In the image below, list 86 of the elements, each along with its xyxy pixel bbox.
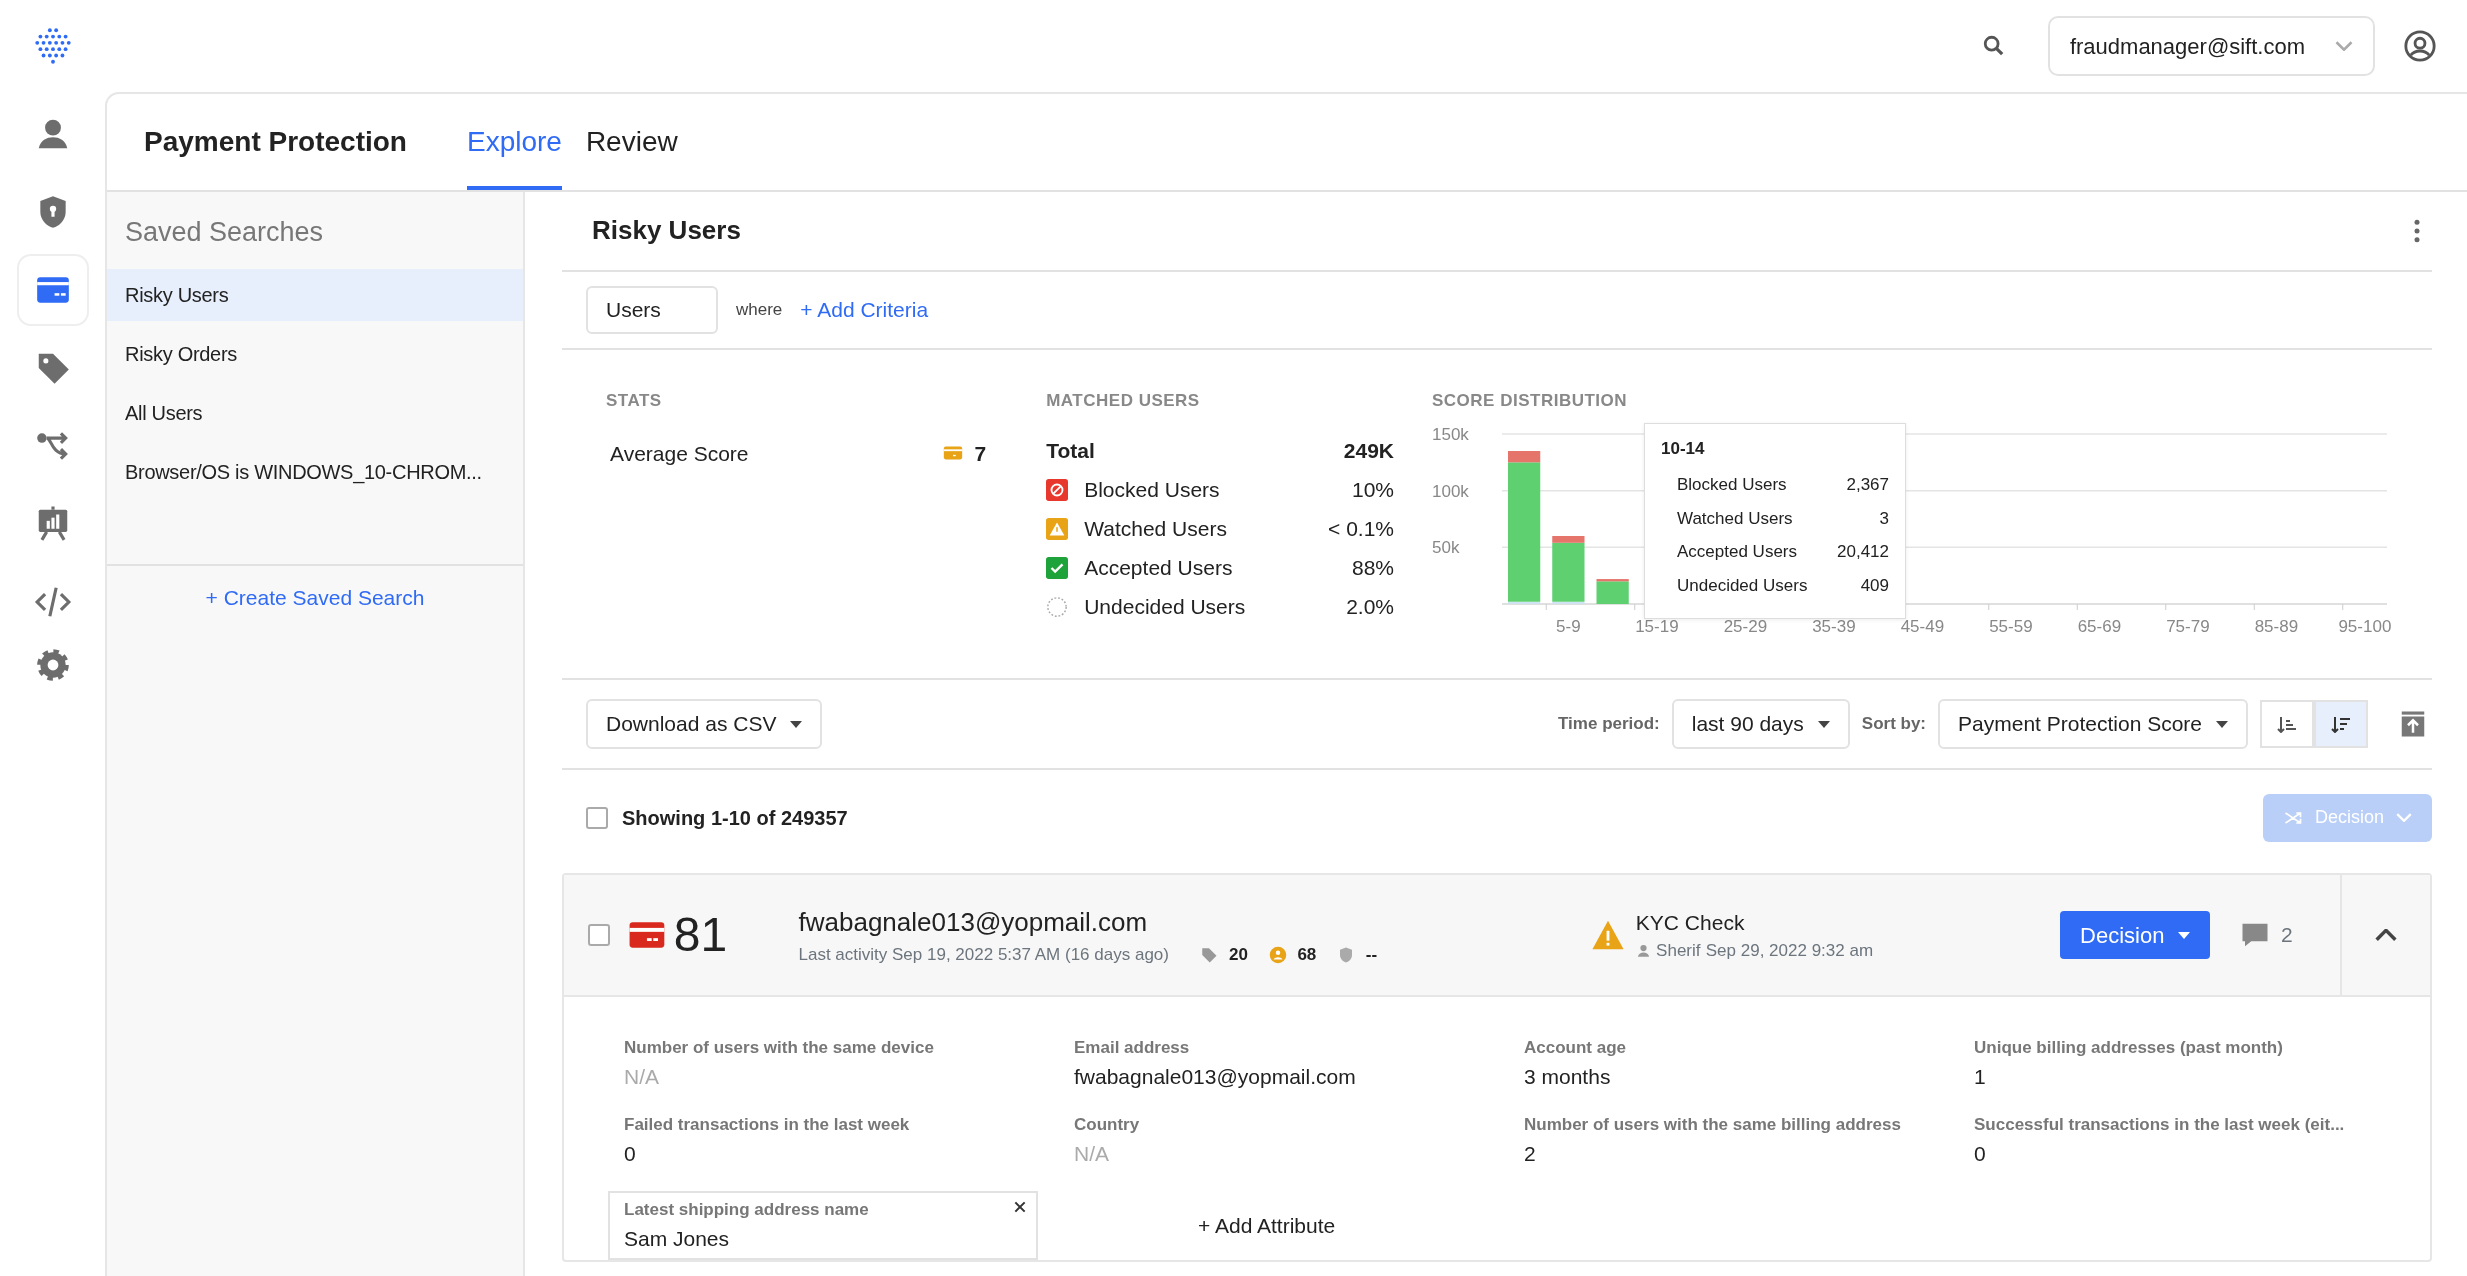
saved-search-item[interactable]: Risky Orders: [107, 327, 523, 380]
attribute-value: Sam Jones: [624, 1225, 731, 1252]
tooltip-label: Undecided Users: [1677, 574, 1809, 597]
sort-dropdown[interactable]: Payment Protection Score: [1938, 699, 2248, 749]
axis-label: 35-39: [1812, 616, 1856, 636]
status-label: Blocked Users: [1084, 477, 1221, 504]
attribute-label: Number of users with the same device: [624, 1037, 935, 1059]
comment-count: 2: [2280, 922, 2293, 949]
user-score: 68: [1297, 943, 1317, 966]
shield-value: --: [1365, 943, 1378, 966]
axis-label: 15-19: [1635, 616, 1679, 636]
attribute-value: 0: [1974, 1140, 1987, 1167]
tooltip-label: Accepted Users: [1677, 541, 1798, 563]
page-title: Payment Protection: [144, 125, 407, 159]
axis-label: 95-100: [2338, 616, 2392, 636]
axis-label: 85-89: [2254, 616, 2299, 636]
status-label: Accepted Users: [1084, 555, 1234, 582]
axis-label: 65-69: [2077, 616, 2122, 636]
analyst-name: Sherif: [1656, 940, 1701, 962]
create-saved-search-link[interactable]: + Create Saved Search: [205, 581, 425, 613]
status-label: Watched Users: [1084, 516, 1228, 543]
attribute-label: Email address: [1074, 1037, 1191, 1059]
attribute-label: Unique billing addresses (past month): [1974, 1037, 2284, 1059]
section-heading: STATS: [606, 390, 663, 412]
tooltip-value: 2,367: [1846, 474, 1889, 496]
axis-label: 45-49: [1900, 616, 1945, 636]
status-value: 10%: [1351, 477, 1394, 504]
sidebar-title: Saved Searches: [124, 216, 325, 249]
attribute-value: fwabagnale013@yopmail.com: [1074, 1063, 1357, 1090]
user-email: fwabagnale013@yopmail.com: [798, 905, 1149, 939]
search-title: Risky Users: [592, 215, 741, 247]
tooltip-label: Blocked Users: [1677, 474, 1788, 496]
results-count: Showing 1-10 of 249357: [622, 805, 848, 831]
time-period-label: Time period:: [1558, 713, 1660, 736]
attribute-value: N/A: [624, 1063, 660, 1090]
entity-field[interactable]: Users: [586, 286, 718, 334]
axis-label: 150k: [1432, 424, 1469, 444]
total-label: Total: [1046, 438, 1096, 465]
saved-search-item[interactable]: Browser/OS is WINDOWS_10-CHROM...: [107, 445, 523, 498]
add-criteria-link[interactable]: + Add Criteria: [800, 294, 929, 326]
tooltip-title: 10-14: [1661, 438, 1706, 460]
last-activity: Last activity Sep 19, 2022 5:37 AM (16 days ago): [798, 943, 1169, 966]
workflow-time: Sep 29, 2022 9:32 am: [1705, 940, 1874, 962]
axis-label: 55-59: [1989, 616, 2033, 636]
axis-label: 75-79: [2166, 616, 2210, 636]
tooltip-value: 409: [1860, 574, 1889, 597]
total-value: 249K: [1343, 438, 1394, 465]
attribute-label: Country: [1074, 1114, 1141, 1136]
tooltip-label: Watched Users: [1677, 507, 1794, 530]
attribute-label: Account age: [1524, 1037, 1628, 1059]
attribute-label: Latest shipping address name: [624, 1199, 870, 1221]
status-value: 88%: [1351, 555, 1394, 582]
status-value: 2.0%: [1346, 594, 1394, 621]
attribute-label: Failed transactions in the last week: [624, 1114, 911, 1136]
score-value: 81: [673, 907, 729, 963]
attribute-label: Number of users with the same billing address: [1524, 1114, 1902, 1136]
axis-label: 25-29: [1723, 616, 1768, 636]
sort-label: Sort by:: [1861, 713, 1927, 736]
add-attribute-link[interactable]: + Add Attribute: [1198, 1209, 1336, 1242]
tooltip-value: 3: [1879, 507, 1889, 530]
time-period-dropdown[interactable]: last 90 days: [1671, 699, 1850, 749]
stat-label: Average Score: [610, 440, 750, 467]
attribute-value: N/A: [1074, 1140, 1110, 1167]
axis-label: 50k: [1432, 537, 1460, 557]
tag-count: 20: [1228, 943, 1248, 966]
workflow-name: KYC Check: [1635, 909, 1746, 936]
status-value: < 0.1%: [1328, 516, 1394, 543]
axis-label: 100k: [1432, 481, 1469, 501]
where-label: where: [736, 299, 783, 322]
saved-search-item[interactable]: All Users: [107, 386, 523, 439]
decision-button[interactable]: Decision: [2060, 911, 2211, 959]
status-label: Undecided Users: [1084, 594, 1247, 621]
saved-search-item[interactable]: Risky Users: [107, 268, 523, 321]
tooltip-value: 20,412: [1837, 541, 1889, 563]
axis-label: 5-9: [1556, 616, 1581, 636]
attribute-value: 3 months: [1524, 1063, 1612, 1090]
attribute-value: 2: [1524, 1140, 1537, 1167]
tab[interactable]: Review: [585, 94, 678, 190]
attribute-value: 1: [1974, 1063, 1987, 1090]
attribute-value: 0: [624, 1140, 637, 1167]
download-dropdown[interactable]: Download as CSV: [586, 699, 823, 749]
section-heading: SCORE DISTRIBUTION: [1432, 390, 1629, 412]
attribute-label: Successful transactions in the last week (eit...: [1974, 1114, 2346, 1136]
stat-value: 7: [974, 440, 987, 467]
account-dropdown[interactable]: fraudmanager@sift.com: [2047, 16, 2375, 76]
section-heading: MATCHED USERS: [1046, 390, 1201, 412]
